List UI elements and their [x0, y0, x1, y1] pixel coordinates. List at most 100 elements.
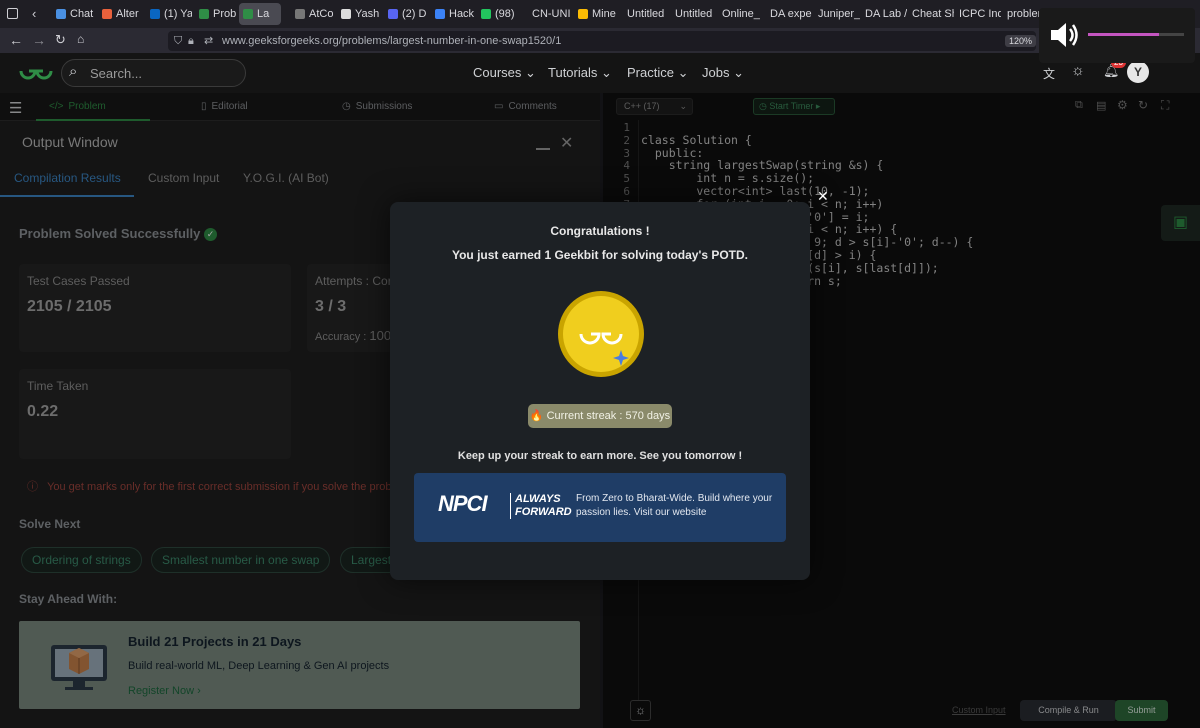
minimize-icon[interactable] — [536, 148, 550, 150]
translate-icon[interactable]: 文 — [1043, 65, 1055, 82]
tab-favicon-icon — [388, 9, 398, 19]
address-bar[interactable]: ⛉ 🔒︎ ⇄ www.geeksforgeeks.org/problems/la… — [168, 31, 1036, 51]
nav-courses[interactable]: Courses ⌄ — [473, 65, 536, 81]
active-output-tab-underline — [0, 195, 134, 197]
modal-close-icon[interactable]: ✕ — [817, 188, 829, 205]
browser-tab[interactable]: (1) Ya — [146, 3, 192, 25]
browser-tab[interactable]: AtCo — [291, 3, 335, 25]
tab-label: ICPC Ind — [959, 8, 1001, 20]
tab-problem[interactable]: </> Problem — [49, 101, 106, 112]
tab-favicon-icon — [481, 9, 491, 19]
menu-icon[interactable]: ☰ — [9, 99, 22, 117]
zoom-badge[interactable]: 120% — [1005, 35, 1037, 47]
browser-tab[interactable]: DA Lab / — [861, 3, 907, 25]
code-icon: </> — [49, 101, 64, 112]
tab-compilation-results[interactable]: Compilation Results — [14, 171, 121, 185]
browser-tab[interactable]: Chat — [52, 3, 94, 25]
browser-tab[interactable]: problem — [1003, 3, 1039, 25]
tab-editorial[interactable]: ▯ Editorial — [201, 101, 248, 112]
promo-title: Build 21 Projects in 21 Days — [128, 634, 302, 649]
volume-level — [1088, 33, 1160, 36]
comment-icon: ▭ — [494, 101, 504, 112]
nav-tutorials[interactable]: Tutorials ⌄ — [548, 65, 612, 81]
streak-badge: 🔥 Current streak : 570 days — [528, 404, 672, 428]
lock-icon: 🔒︎ — [188, 35, 194, 47]
tab-label: Online_ — [722, 8, 760, 20]
attempts-label: Attempts : Corr — [315, 274, 396, 288]
tab-favicon-icon — [578, 9, 588, 19]
tab-favicon-icon — [341, 9, 351, 19]
tab-label: AtCo — [309, 8, 334, 20]
copy-icon[interactable]: ⧉ — [1075, 99, 1083, 112]
settings-icon[interactable]: ⚙ — [1117, 98, 1128, 112]
gfg-logo-icon[interactable] — [18, 60, 54, 87]
tab-comments[interactable]: ▭ Comments — [494, 101, 557, 112]
file-icon[interactable]: ▤ — [1096, 99, 1106, 112]
reset-icon[interactable]: ↻ — [1138, 98, 1148, 112]
nav-practice[interactable]: Practice ⌄ — [627, 65, 689, 81]
language-select[interactable]: C++ (17) ⌄ — [616, 98, 693, 115]
search-box[interactable]: ⌕ Search... — [61, 59, 246, 87]
tab-label: Prob — [213, 8, 237, 20]
volume-bar — [1088, 33, 1184, 36]
browser-tab[interactable]: CN-UNI — [528, 3, 572, 25]
problem-tabs: ☰ </> Problem ▯ Editorial ◷ Submissions ▭ Co… — [0, 93, 600, 121]
back-icon[interactable]: ← — [9, 32, 23, 48]
tab-label: (98) — [495, 8, 515, 20]
tab-label: Yash — [355, 8, 380, 20]
theme-toggle-icon[interactable]: ☼ — [1071, 62, 1085, 79]
modal-subtitle: You just earned 1 Geekbit for solving to… — [451, 248, 749, 262]
nav-jobs[interactable]: Jobs ⌄ — [702, 65, 744, 81]
search-icon: ⌕ — [69, 63, 78, 80]
geekbit-coin-icon — [556, 288, 646, 385]
browser-tab[interactable]: Mine — [574, 3, 620, 25]
monitor-box-icon — [49, 635, 109, 700]
browser-tab[interactable]: (98) — [477, 3, 525, 25]
bulb-icon[interactable]: ☼ — [630, 700, 651, 721]
browser-tab[interactable]: Untitled — [671, 3, 717, 25]
browser-tab[interactable]: (2) D — [384, 3, 428, 25]
volume-osd — [1039, 8, 1195, 63]
browser-tab[interactable]: La — [239, 3, 281, 25]
browser-tab[interactable]: Juniper_ — [814, 3, 860, 25]
promo-card[interactable]: Build 21 Projects in 21 Days Build real-… — [19, 621, 580, 709]
search-placeholder: Search... — [90, 66, 143, 81]
tab-label: problem — [1007, 8, 1039, 20]
custom-input-link[interactable]: Custom Input — [952, 705, 1006, 715]
npci-ad-banner[interactable]: NPCI ALWAYS FORWARD From Zero to Bharat-… — [414, 473, 786, 542]
register-now-link[interactable]: Register Now › — [128, 685, 201, 697]
submit-button[interactable]: Submit — [1115, 700, 1168, 721]
fullscreen-icon[interactable]: ⛶ — [1161, 98, 1169, 113]
browser-tab[interactable]: Alter — [98, 3, 142, 25]
browser-toolbar: ← → ↻ ⌂ ⛉ 🔒︎ ⇄ www.geeksforgeeks.org/pro… — [0, 28, 1200, 53]
browser-tab[interactable]: Cheat Sh — [908, 3, 954, 25]
browser-tab[interactable]: DA expe — [766, 3, 812, 25]
browser-tab[interactable]: Untitled — [623, 3, 669, 25]
start-timer-button[interactable]: ◷ Start Timer ▸ — [753, 98, 835, 115]
tab-overview-icon[interactable] — [7, 8, 18, 19]
chevron-left-icon[interactable]: ‹ — [32, 6, 36, 21]
forward-icon[interactable]: → — [32, 32, 46, 48]
close-icon[interactable]: ✕ — [560, 133, 573, 153]
browser-tab[interactable]: Online_ — [718, 3, 764, 25]
time-taken-label: Time Taken — [27, 379, 89, 393]
tab-favicon-icon — [243, 9, 253, 19]
browser-tab[interactable]: ICPC Ind — [955, 3, 1001, 25]
browser-tab[interactable]: Prob — [195, 3, 237, 25]
accuracy: Accuracy : 100 — [315, 328, 392, 343]
browser-tab[interactable]: Yash — [337, 3, 381, 25]
reload-icon[interactable]: ↻ — [55, 32, 66, 48]
chat-icon[interactable]: ▣ — [1161, 205, 1200, 241]
solve-next-chip[interactable]: Ordering of strings — [21, 547, 142, 573]
tab-label: (2) D — [402, 8, 427, 20]
home-icon[interactable]: ⌂ — [77, 32, 84, 46]
modal-title: Congratulations ! — [550, 224, 650, 238]
compile-run-button[interactable]: Compile & Run — [1020, 700, 1117, 721]
solve-next-chip[interactable]: Smallest number in one swap — [151, 547, 331, 573]
tab-yogi-bot[interactable]: Y.O.G.I. (AI Bot) — [243, 171, 329, 185]
npci-logo: NPCI — [438, 491, 488, 516]
tab-submissions[interactable]: ◷ Submissions — [342, 101, 412, 112]
tab-custom-input[interactable]: Custom Input — [148, 171, 219, 185]
browser-tab[interactable]: Hack — [431, 3, 475, 25]
avatar[interactable]: Y — [1127, 61, 1149, 83]
